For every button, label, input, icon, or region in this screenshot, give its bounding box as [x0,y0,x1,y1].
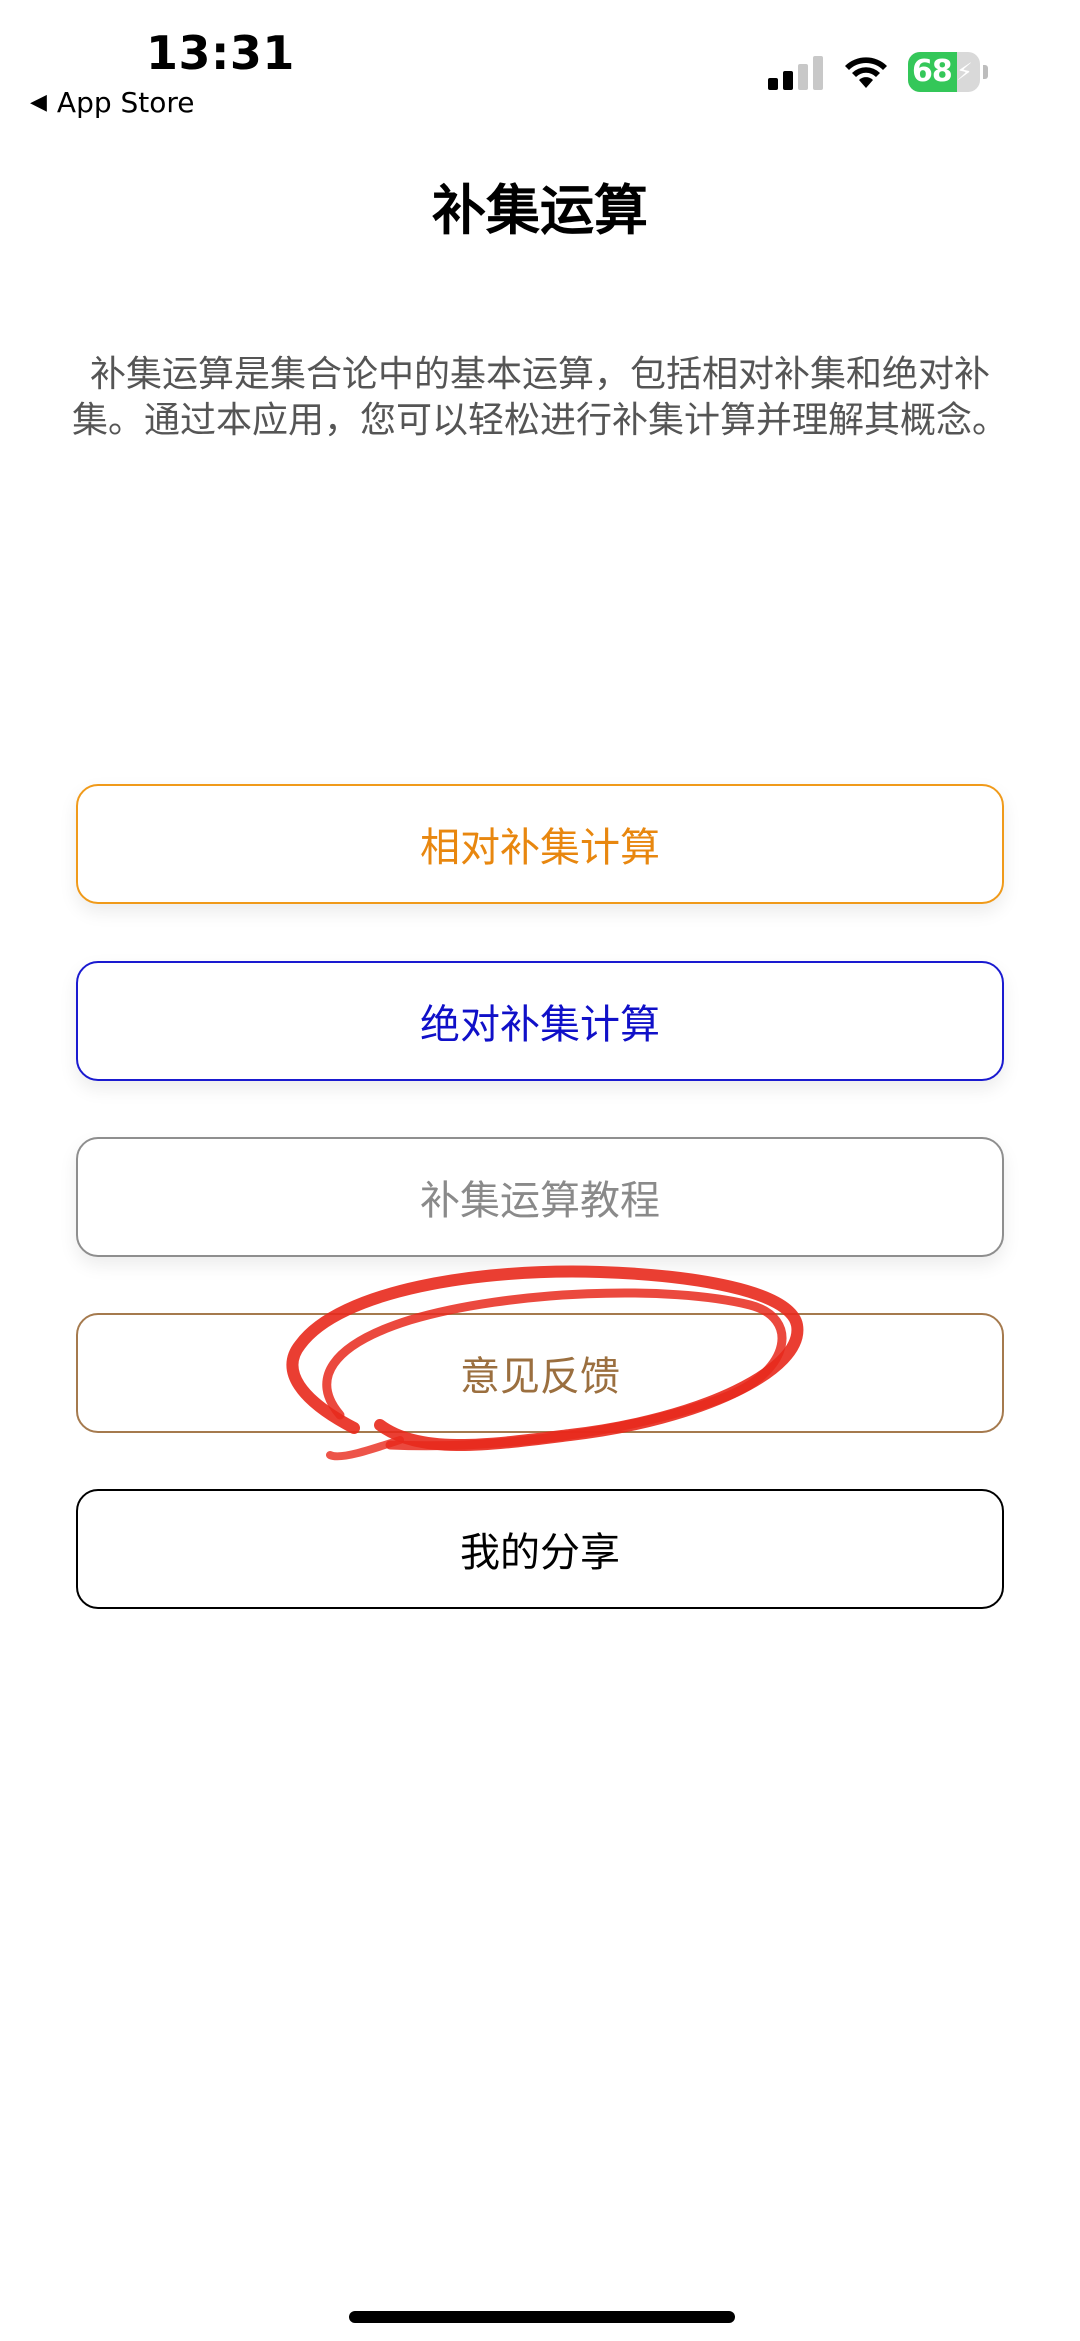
back-label: App Store [56,86,195,119]
relative-complement-button[interactable]: 相对补集计算 [76,784,1004,904]
battery-charging-icon: 68 ⚡ [908,52,990,92]
battery-percent: 68 [912,54,953,89]
battery-body: 68 ⚡ [908,52,980,92]
battery-cap [983,65,988,79]
back-to-app-store[interactable]: ◀ App Store [30,86,195,119]
app-description: 补集运算是集合论中的基本运算，包括相对补集和绝对补集。通过本应用，您可以轻松进行… [71,354,1008,441]
complement-tutorial-button[interactable]: 补集运算教程 [76,1137,1004,1257]
app-screen: 13:31 ◀ App Store 68 ⚡ 补集运算 补集运算是集合论中的基本… [0,0,1080,2341]
charging-bolt-icon: ⚡ [956,58,973,86]
status-time: 13:31 [146,26,295,80]
feedback-button[interactable]: 意见反馈 [76,1313,1004,1433]
wifi-icon [845,57,887,88]
page-title: 补集运算 [432,179,648,242]
cellular-signal-icon [768,56,823,90]
my-share-button[interactable]: 我的分享 [76,1489,1004,1609]
absolute-complement-button[interactable]: 绝对补集计算 [76,961,1004,1081]
back-arrow-icon: ◀ [30,89,47,115]
home-indicator[interactable] [349,2311,735,2323]
